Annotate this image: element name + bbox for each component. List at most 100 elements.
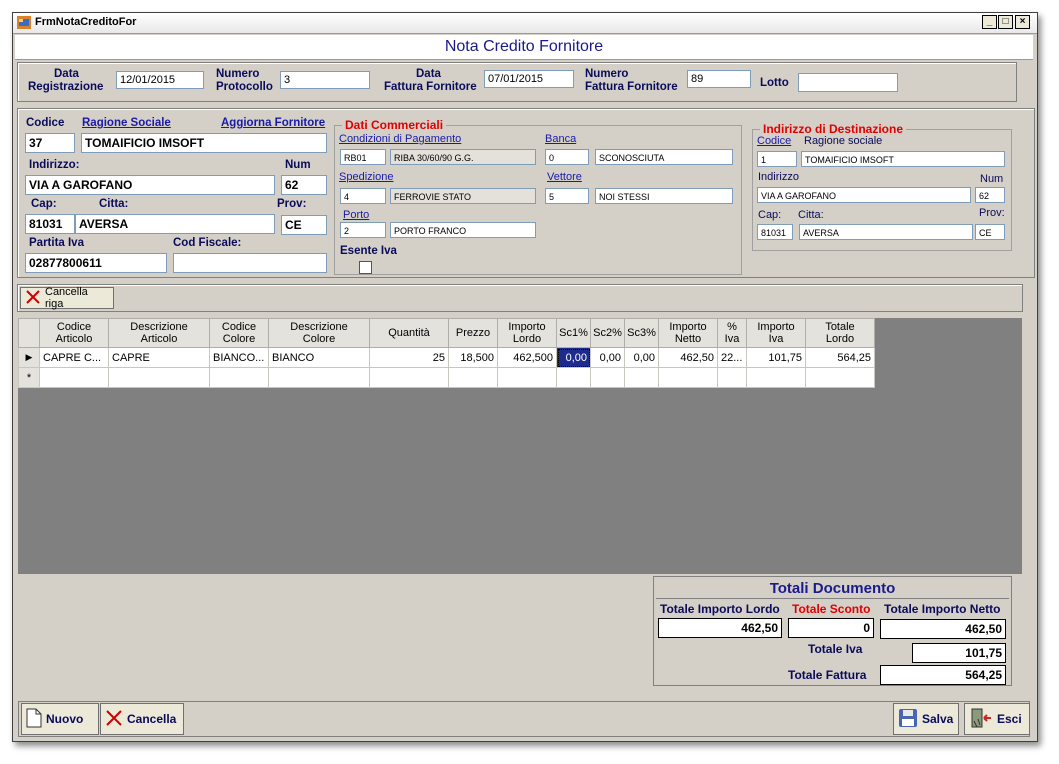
cod-fiscale-label: Cod Fiscale: [173, 237, 242, 249]
form-header: Nota Credito Fornitore [15, 35, 1033, 60]
destinazione-ragione-sociale-label: Ragione sociale [804, 135, 883, 147]
fornitore-prov-field[interactable]: CE [281, 215, 327, 235]
row-header-corner [18, 318, 40, 348]
partita-iva-field[interactable]: 02877800611 [25, 253, 167, 273]
cell-descrizione-articolo[interactable]: CAPRE [108, 347, 210, 368]
cancella-riga-button[interactable]: Cancella riga [20, 286, 114, 310]
new-cell[interactable] [369, 367, 449, 388]
cell-sc2[interactable]: 0,00 [590, 347, 625, 368]
spedizione-code-field[interactable]: 4 [340, 188, 386, 204]
destinazione-citta-label: Citta: [798, 209, 824, 221]
new-cell[interactable] [556, 367, 591, 388]
cell-quantita[interactable]: 25 [369, 347, 449, 368]
cell-descrizione-colore[interactable]: BIANCO [268, 347, 370, 368]
minimize-button[interactable]: _ [982, 15, 997, 29]
banca-link[interactable]: Banca [545, 133, 576, 145]
banca-code-field[interactable]: 0 [545, 149, 589, 165]
porto-link[interactable]: Porto [343, 209, 369, 221]
new-cell[interactable] [805, 367, 875, 388]
new-row[interactable]: * [18, 367, 875, 388]
destinazione-cap-field[interactable]: 81031 [757, 224, 793, 240]
new-cell[interactable] [658, 367, 718, 388]
col-importo-iva[interactable]: Importo Iva [746, 318, 806, 348]
new-cell[interactable] [209, 367, 269, 388]
cell-totale-lordo[interactable]: 564,25 [805, 347, 875, 368]
cell-importo-netto[interactable]: 462,50 [658, 347, 718, 368]
condizioni-code-field[interactable]: RB01 [340, 149, 386, 165]
cell-sc3[interactable]: 0,00 [624, 347, 659, 368]
col-sc2[interactable]: Sc2% [590, 318, 625, 348]
col-sc3[interactable]: Sc3% [624, 318, 659, 348]
righe-grid[interactable]: Codice Articolo Descrizione Articolo Codic… [18, 318, 1022, 574]
cod-fiscale-field[interactable] [173, 253, 327, 273]
col-perc-iva[interactable]: % Iva [717, 318, 747, 348]
cell-prezzo[interactable]: 18,500 [448, 347, 498, 368]
cell-sc1-selected[interactable]: 0,00 [556, 347, 591, 368]
spedizione-link[interactable]: Spedizione [339, 171, 393, 183]
new-cell[interactable] [268, 367, 370, 388]
destinazione-codice-link[interactable]: Codice [757, 135, 791, 147]
col-quantita[interactable]: Quantità [369, 318, 449, 348]
esci-button[interactable]: Esci [964, 703, 1030, 735]
col-codice-articolo[interactable]: Codice Articolo [39, 318, 109, 348]
col-prezzo[interactable]: Prezzo [448, 318, 498, 348]
new-cell[interactable] [717, 367, 747, 388]
fornitore-num-field[interactable]: 62 [281, 175, 327, 195]
table-row[interactable]: ▶ CAPRE C... CAPRE BIANCO... BIANCO 25 1… [18, 347, 875, 368]
fornitore-ragione-sociale-field[interactable]: TOMAIFICIO IMSOFT [81, 133, 327, 153]
cancella-button[interactable]: Cancella [100, 703, 184, 735]
porto-code-field[interactable]: 2 [340, 222, 386, 238]
vettore-code-field[interactable]: 5 [545, 188, 589, 204]
new-cell[interactable] [39, 367, 109, 388]
new-row-selector[interactable]: * [18, 367, 40, 388]
col-descrizione-articolo[interactable]: Descrizione Articolo [108, 318, 210, 348]
lotto-field[interactable] [798, 73, 898, 92]
salva-button[interactable]: Salva [893, 703, 959, 735]
fornitore-indirizzo-field[interactable]: VIA A GAROFANO [25, 175, 275, 195]
new-cell[interactable] [590, 367, 625, 388]
col-totale-lordo[interactable]: Totale Lordo [805, 318, 875, 348]
cell-perc-iva[interactable]: 22... [717, 347, 747, 368]
salva-label: Salva [922, 712, 954, 726]
destinazione-prov-field[interactable]: CE [975, 224, 1005, 240]
fornitore-cap-field[interactable]: 81031 [25, 214, 75, 234]
new-cell[interactable] [497, 367, 557, 388]
data-registrazione-field[interactable]: 12/01/2015 [116, 71, 204, 89]
cell-importo-iva[interactable]: 101,75 [746, 347, 806, 368]
vettore-link[interactable]: Vettore [547, 171, 582, 183]
new-cell[interactable] [108, 367, 210, 388]
new-cell[interactable] [624, 367, 659, 388]
cell-importo-lordo[interactable]: 462,500 [497, 347, 557, 368]
esente-iva-checkbox[interactable] [359, 261, 372, 274]
close-button[interactable]: × [1015, 15, 1030, 29]
aggiorna-fornitore-link[interactable]: Aggiorna Fornitore [221, 117, 325, 129]
condizioni-pagamento-link[interactable]: Condizioni di Pagamento [339, 133, 461, 145]
numero-fattura-field[interactable]: 89 [687, 70, 751, 88]
numero-protocollo-label: Numero [216, 68, 260, 80]
destinazione-codice-field[interactable]: 1 [757, 151, 797, 167]
maximize-button[interactable]: □ [998, 15, 1013, 29]
nuovo-button[interactable]: Nuovo [21, 703, 99, 735]
destinazione-ragione-sociale-field[interactable]: TOMAIFICIO IMSOFT [801, 151, 1005, 167]
new-cell[interactable] [448, 367, 498, 388]
fornitore-citta-field[interactable]: AVERSA [75, 214, 275, 234]
col-importo-lordo[interactable]: Importo Lordo [497, 318, 557, 348]
data-fattura-field[interactable]: 07/01/2015 [484, 70, 574, 88]
ragione-sociale-link[interactable]: Ragione Sociale [82, 117, 171, 129]
title-bar[interactable]: FrmNotaCreditoFor _ □ × [13, 13, 1037, 34]
fornitore-codice-field[interactable]: 37 [25, 133, 75, 153]
col-codice-colore[interactable]: Codice Colore [209, 318, 269, 348]
col-importo-netto[interactable]: Importo Netto [658, 318, 718, 348]
numero-protocollo-field[interactable]: 3 [280, 71, 370, 89]
cell-codice-colore[interactable]: BIANCO... [209, 347, 269, 368]
new-cell[interactable] [746, 367, 806, 388]
col-sc1[interactable]: Sc1% [556, 318, 591, 348]
cell-codice-articolo[interactable]: CAPRE C... [39, 347, 109, 368]
banca-desc-field: SCONOSCIUTA [595, 149, 733, 165]
col-descrizione-colore[interactable]: Descrizione Colore [268, 318, 370, 348]
destinazione-num-field[interactable]: 62 [975, 187, 1005, 203]
main-window: FrmNotaCreditoFor _ □ × Nota Credito For… [12, 12, 1038, 742]
destinazione-indirizzo-field[interactable]: VIA A GAROFANO [757, 187, 971, 203]
destinazione-citta-field[interactable]: AVERSA [799, 224, 973, 240]
row-selector[interactable]: ▶ [18, 347, 40, 368]
